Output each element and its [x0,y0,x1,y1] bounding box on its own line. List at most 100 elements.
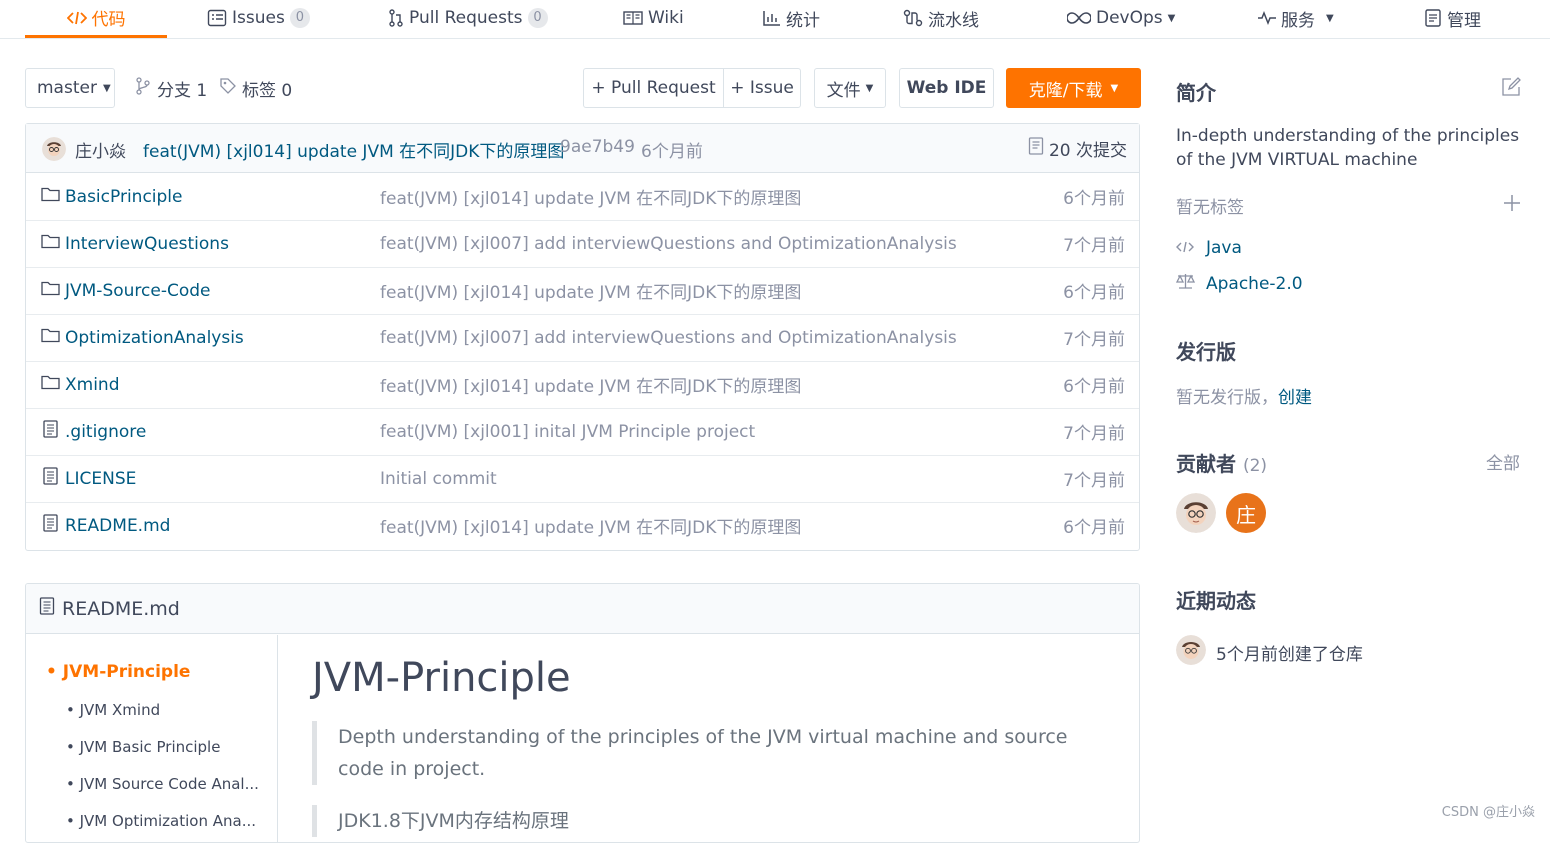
file-name-link[interactable]: Xmind [65,375,120,395]
edit-icon[interactable] [1501,77,1521,101]
file-name-link[interactable]: README.md [65,516,170,536]
tab-devops[interactable]: DevOps ▼ [1067,0,1175,36]
tab-wiki-label: Wiki [648,8,684,28]
file-commit-time: 7个月前 [1063,424,1125,444]
file-name-link[interactable]: .gitignore [65,422,146,442]
contributors-heading: 贡献者 (2) [1176,448,1267,477]
file-commit-time: 6个月前 [1063,189,1125,209]
new-issue-button[interactable]: + Issue [724,69,800,107]
language-item[interactable]: Java [1176,238,1242,258]
language-link[interactable]: Java [1206,238,1242,258]
book-icon [623,10,643,26]
tag-icon [220,77,236,99]
table-row: OptimizationAnalysis feat(JVM) [xjl007] … [26,314,1139,362]
file-commit-message[interactable]: feat(JVM) [xjl001] inital JVM Principle … [380,408,755,455]
tab-code-label: 代码 [91,10,126,30]
folder-icon [41,327,60,348]
web-ide-button[interactable]: Web IDE [899,68,994,108]
readme-filename: README.md [62,597,180,620]
no-release-text: 暂无发行版，创建 [1176,383,1312,408]
readme-panel: README.md • JVM-Principle • JVM Xmind • … [25,583,1140,843]
table-row: JVM-Source-Code feat(JVM) [xjl014] updat… [26,267,1139,315]
commit-hash[interactable]: 9ae7b49 [560,137,635,157]
create-release-link[interactable]: 创建 [1278,388,1312,408]
toc-item[interactable]: • JVM-Principle [46,662,190,682]
tab-services-label: 服务 [1281,10,1315,31]
toc-item[interactable]: • JVM Source Code Anal... [66,775,259,793]
toc-item[interactable]: • JVM Basic Principle [66,738,220,756]
license-item[interactable]: Apache-2.0 [1175,273,1303,294]
activity-text: 5个月前创建了仓库 [1216,645,1363,665]
commit-message-link[interactable]: feat(JVM) [xjl014] update JVM 在不同JDK下的原理… [143,137,564,162]
tab-services[interactable]: 服务 ▼ [1258,0,1334,36]
tab-stats[interactable]: 统计 [763,0,820,36]
license-link[interactable]: Apache-2.0 [1206,274,1303,294]
file-name-link[interactable]: LICENSE [65,469,136,489]
new-pull-request-label: + Pull Request [591,78,716,98]
web-ide-label: Web IDE [906,78,987,98]
all-contributors-link[interactable]: 全部 [1486,449,1520,474]
commit-time: 6个月前 [641,142,703,162]
file-commit-message[interactable]: feat(JVM) [xjl007] add interviewQuestion… [380,314,957,361]
commit-author[interactable]: 庄小焱 [75,137,126,162]
file-commit-time: 6个月前 [1063,283,1125,303]
watermark: CSDN @庄小焱 [1441,805,1535,820]
clone-download-label: 克隆/下载 [1028,80,1103,101]
branch-name: master [37,78,97,98]
commit-count-link[interactable]: 20 次提交 [1028,136,1127,161]
clone-download-button[interactable]: 克隆/下载 ▼ [1006,68,1141,108]
contributor-avatar[interactable]: 庄 [1226,493,1266,533]
file-commit-message[interactable]: feat(JVM) [xjl014] update JVM 在不同JDK下的原理… [380,267,801,314]
scale-icon [1175,273,1196,294]
file-commit-message[interactable]: feat(JVM) [xjl007] add interviewQuestion… [380,220,957,267]
code-icon [66,10,87,26]
file-name-link[interactable]: BasicPrinciple [65,187,183,207]
tags-link[interactable]: 标签 0 [220,68,292,108]
author-avatar[interactable] [42,137,66,161]
settings-doc-icon [1424,9,1442,27]
tab-pull-requests-label: Pull Requests [409,8,523,28]
file-commit-message[interactable]: feat(JVM) [xjl014] update JVM 在不同JDK下的原理… [380,173,801,220]
add-tag-icon[interactable] [1502,193,1522,217]
branch-select[interactable]: master ▼ [25,68,115,108]
readme-title: JVM-Principle [312,655,571,701]
tab-stats-label: 统计 [786,10,820,31]
tab-manage[interactable]: 管理 [1424,0,1481,36]
readme-toc: • JVM-Principle • JVM Xmind • JVM Basic … [26,635,278,842]
file-commit-message[interactable]: feat(JVM) [xjl014] update JVM 在不同JDK下的原理… [380,361,801,408]
contributor-initial: 庄 [1236,502,1256,527]
bar-chart-icon [763,10,781,26]
pull-request-icon [388,9,404,27]
file-menu-label: 文件 [826,80,861,101]
tab-code[interactable]: 代码 [25,0,167,38]
contributor-avatar[interactable] [1176,493,1216,533]
activity-avatar[interactable] [1176,635,1206,665]
file-name-link[interactable]: JVM-Source-Code [65,281,211,301]
pipeline-icon [903,9,923,27]
file-name-link[interactable]: OptimizationAnalysis [65,328,244,348]
toc-item[interactable]: • JVM Optimization Ana... [66,812,256,830]
file-name-link[interactable]: InterviewQuestions [65,234,229,254]
file-commit-time: 7个月前 [1063,236,1125,256]
tab-wiki[interactable]: Wiki [623,0,684,36]
tab-pipeline[interactable]: 流水线 [903,0,979,36]
folder-icon [41,374,60,395]
file-commit-time: 6个月前 [1063,518,1125,538]
new-issue-label: + Issue [730,78,794,98]
folder-icon [41,280,60,301]
tab-issues[interactable]: Issues 0 [207,0,310,36]
latest-commit-bar: 庄小焱 feat(JVM) [xjl014] update JVM 在不同JDK… [26,124,1139,173]
file-commit-message[interactable]: feat(JVM) [xjl014] update JVM 在不同JDK下的原理… [380,502,801,549]
file-commit-time: 7个月前 [1063,330,1125,350]
release-heading: 发行版 [1176,340,1236,364]
table-row: BasicPrinciple feat(JVM) [xjl014] update… [26,173,1139,221]
file-menu-button[interactable]: 文件 ▼ [814,68,886,108]
file-icon [41,467,60,490]
tab-pull-requests[interactable]: Pull Requests 0 [388,0,548,36]
toc-item[interactable]: • JVM Xmind [66,701,160,719]
new-pull-request-button[interactable]: + Pull Request [584,69,724,107]
pull-requests-count-badge: 0 [527,8,548,28]
chevron-down-icon: ▼ [1326,12,1334,24]
branches-link[interactable]: 分支 1 [135,68,207,108]
file-commit-message[interactable]: Initial commit [380,455,497,502]
